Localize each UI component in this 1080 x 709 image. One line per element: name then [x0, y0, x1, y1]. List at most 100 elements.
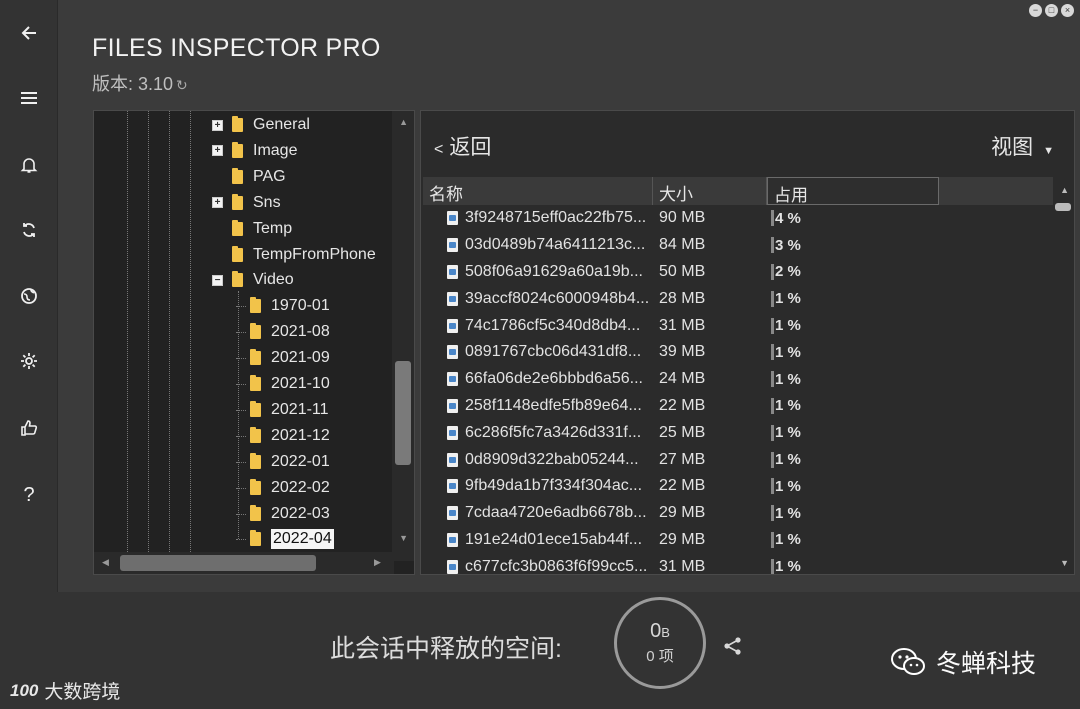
table-row[interactable]: 9fb49da1b7f334f304ac... 22 MB 1 %: [423, 473, 1053, 500]
menu-icon[interactable]: [0, 80, 58, 116]
tree-horizontal-scrollbar[interactable]: ◀ ▶: [94, 552, 394, 574]
expand-toggle-icon[interactable]: −: [212, 274, 223, 286]
expand-toggle-icon[interactable]: +: [212, 119, 223, 131]
tree-node[interactable]: + General: [212, 113, 310, 137]
table-row[interactable]: 0891767cbc06d431df8... 39 MB 1 %: [423, 339, 1053, 366]
scroll-up-icon[interactable]: ▲: [1060, 185, 1069, 195]
table-row[interactable]: 6c286f5fc7a3426d331f... 25 MB 1 %: [423, 419, 1053, 446]
file-usage: 1 %: [775, 317, 801, 335]
usage-bar: [771, 263, 774, 280]
table-row[interactable]: 7cdaa4720e6adb6678b... 29 MB 1 %: [423, 500, 1053, 527]
gear-icon[interactable]: [0, 343, 58, 379]
file-usage: 1 %: [775, 424, 801, 442]
tree-node-label: General: [253, 116, 310, 133]
folder-tree[interactable]: + General + Image PAG + Sns Temp TempFromPhone − V…: [93, 110, 415, 575]
table-row[interactable]: 508f06a91629a60a19b... 50 MB 2 %: [423, 259, 1053, 286]
tree-node[interactable]: PAG: [212, 165, 286, 189]
table-row[interactable]: 66fa06de2e6bbbd6a56... 24 MB 1 %: [423, 366, 1053, 393]
tree-node[interactable]: 2021-10: [236, 372, 330, 396]
files-vertical-scrollbar[interactable]: ▲ ▼: [1054, 177, 1074, 574]
expand-toggle-icon[interactable]: +: [212, 145, 223, 157]
usage-bar: [771, 210, 774, 227]
maximize-icon[interactable]: □: [1045, 4, 1058, 17]
table-row[interactable]: 258f1148edfe5fb89e64... 22 MB 1 %: [423, 393, 1053, 420]
sync-icon[interactable]: [0, 212, 58, 248]
help-icon[interactable]: ?: [0, 477, 58, 513]
bell-icon[interactable]: [0, 147, 58, 183]
files-scroll-thumb[interactable]: [1055, 203, 1071, 211]
file-usage: 1 %: [775, 290, 801, 308]
file-name: 258f1148edfe5fb89e64...: [465, 396, 642, 414]
thumbs-up-icon[interactable]: [0, 410, 58, 446]
table-row[interactable]: c677cfc3b0863f6f99cc5... 31 MB 1 %: [423, 553, 1053, 574]
tree-node[interactable]: + Image: [212, 139, 297, 163]
view-dropdown[interactable]: 视图 ▼: [991, 131, 1054, 161]
usage-bar: [771, 424, 774, 441]
file-usage-cell: 1 %: [767, 558, 939, 574]
tree-node[interactable]: 2021-09: [236, 346, 330, 370]
tree-node-label: 2022-04: [271, 529, 334, 550]
table-row[interactable]: 03d0489b74a6411213c... 84 MB 3 %: [423, 232, 1053, 259]
minimize-icon[interactable]: −: [1029, 4, 1042, 17]
scroll-down-icon[interactable]: ▼: [399, 533, 408, 543]
tree-node[interactable]: 2022-04: [236, 527, 334, 551]
video-file-icon: [447, 532, 458, 547]
tree-node[interactable]: Temp: [212, 217, 292, 241]
tree-node[interactable]: + Sns: [212, 191, 281, 215]
file-name-cell: 3f9248715eff0ac22fb75...: [423, 209, 653, 227]
tree-branch-line: [236, 409, 246, 411]
tree-node[interactable]: − Video: [212, 268, 294, 292]
video-file-icon: [447, 398, 458, 413]
tree-vertical-scrollbar[interactable]: ▲ ▼: [392, 111, 414, 561]
globe-icon[interactable]: [0, 278, 58, 314]
table-row[interactable]: 191e24d01ece15ab44f... 29 MB 1 %: [423, 527, 1053, 554]
video-file-icon: [447, 425, 458, 440]
back-button[interactable]: < 返回: [434, 131, 491, 161]
file-usage: 1 %: [775, 370, 801, 388]
back-arrow-icon[interactable]: [0, 15, 58, 51]
scroll-up-icon[interactable]: ▲: [399, 117, 408, 127]
close-icon[interactable]: ×: [1061, 4, 1074, 17]
table-row[interactable]: 3f9248715eff0ac22fb75... 90 MB 4 %: [423, 205, 1053, 232]
tree-node[interactable]: 2021-12: [236, 424, 330, 448]
refresh-icon[interactable]: ↻: [176, 77, 188, 93]
tree-scroll-thumb[interactable]: [395, 361, 411, 465]
tree-node[interactable]: 2021-11: [236, 398, 329, 422]
tree-node[interactable]: 2021-08: [236, 320, 330, 344]
tree-node[interactable]: 1970-01: [236, 294, 330, 318]
scroll-right-icon[interactable]: ▶: [374, 557, 381, 568]
file-size: 25 MB: [659, 423, 706, 441]
share-icon[interactable]: [722, 635, 744, 657]
tree-node-label: 2021-09: [271, 349, 330, 367]
file-name: 6c286f5fc7a3426d331f...: [465, 423, 642, 441]
tree-node[interactable]: 2022-03: [236, 502, 330, 526]
scroll-down-icon[interactable]: ▼: [1060, 558, 1069, 568]
file-usage-cell: 1 %: [767, 505, 939, 522]
usage-bar: [771, 558, 774, 574]
tree-node-label: Image: [253, 141, 298, 159]
freed-space-value: 0B: [650, 620, 670, 643]
file-size: 90 MB: [659, 209, 706, 227]
file-usage-cell: 1 %: [767, 290, 939, 307]
column-header-size[interactable]: 大小: [653, 177, 767, 205]
file-name-cell: 39accf8024c6000948b4...: [423, 290, 653, 308]
scroll-left-icon[interactable]: ◀: [102, 557, 109, 568]
file-name-cell: 258f1148edfe5fb89e64...: [423, 397, 653, 415]
file-name-cell: 191e24d01ece15ab44f...: [423, 531, 653, 549]
tree-branch-line: [236, 358, 246, 360]
expand-toggle-icon[interactable]: +: [212, 197, 223, 209]
file-list-panel: < 返回 视图 ▼ 名称 大小 占用 3f9248715eff0ac22fb75..…: [420, 110, 1075, 575]
tree-branch-line: [236, 384, 246, 385]
file-usage: 1 %: [775, 504, 801, 522]
tree-node[interactable]: 2022-01: [236, 450, 330, 474]
column-header-name[interactable]: 名称: [423, 177, 653, 205]
file-name-cell: 6c286f5fc7a3426d331f...: [423, 424, 653, 442]
table-row[interactable]: 39accf8024c6000948b4... 28 MB 1 %: [423, 285, 1053, 312]
table-row[interactable]: 74c1786cf5c340d8db4... 31 MB 1 %: [423, 312, 1053, 339]
column-header-usage[interactable]: 占用: [767, 177, 939, 205]
tree-node[interactable]: 2022-02: [236, 476, 330, 500]
tree-branch-line: [236, 487, 246, 489]
tree-hscroll-thumb[interactable]: [120, 555, 316, 571]
tree-node[interactable]: TempFromPhone: [212, 243, 376, 267]
table-row[interactable]: 0d8909d322bab05244... 27 MB 1 %: [423, 446, 1053, 473]
